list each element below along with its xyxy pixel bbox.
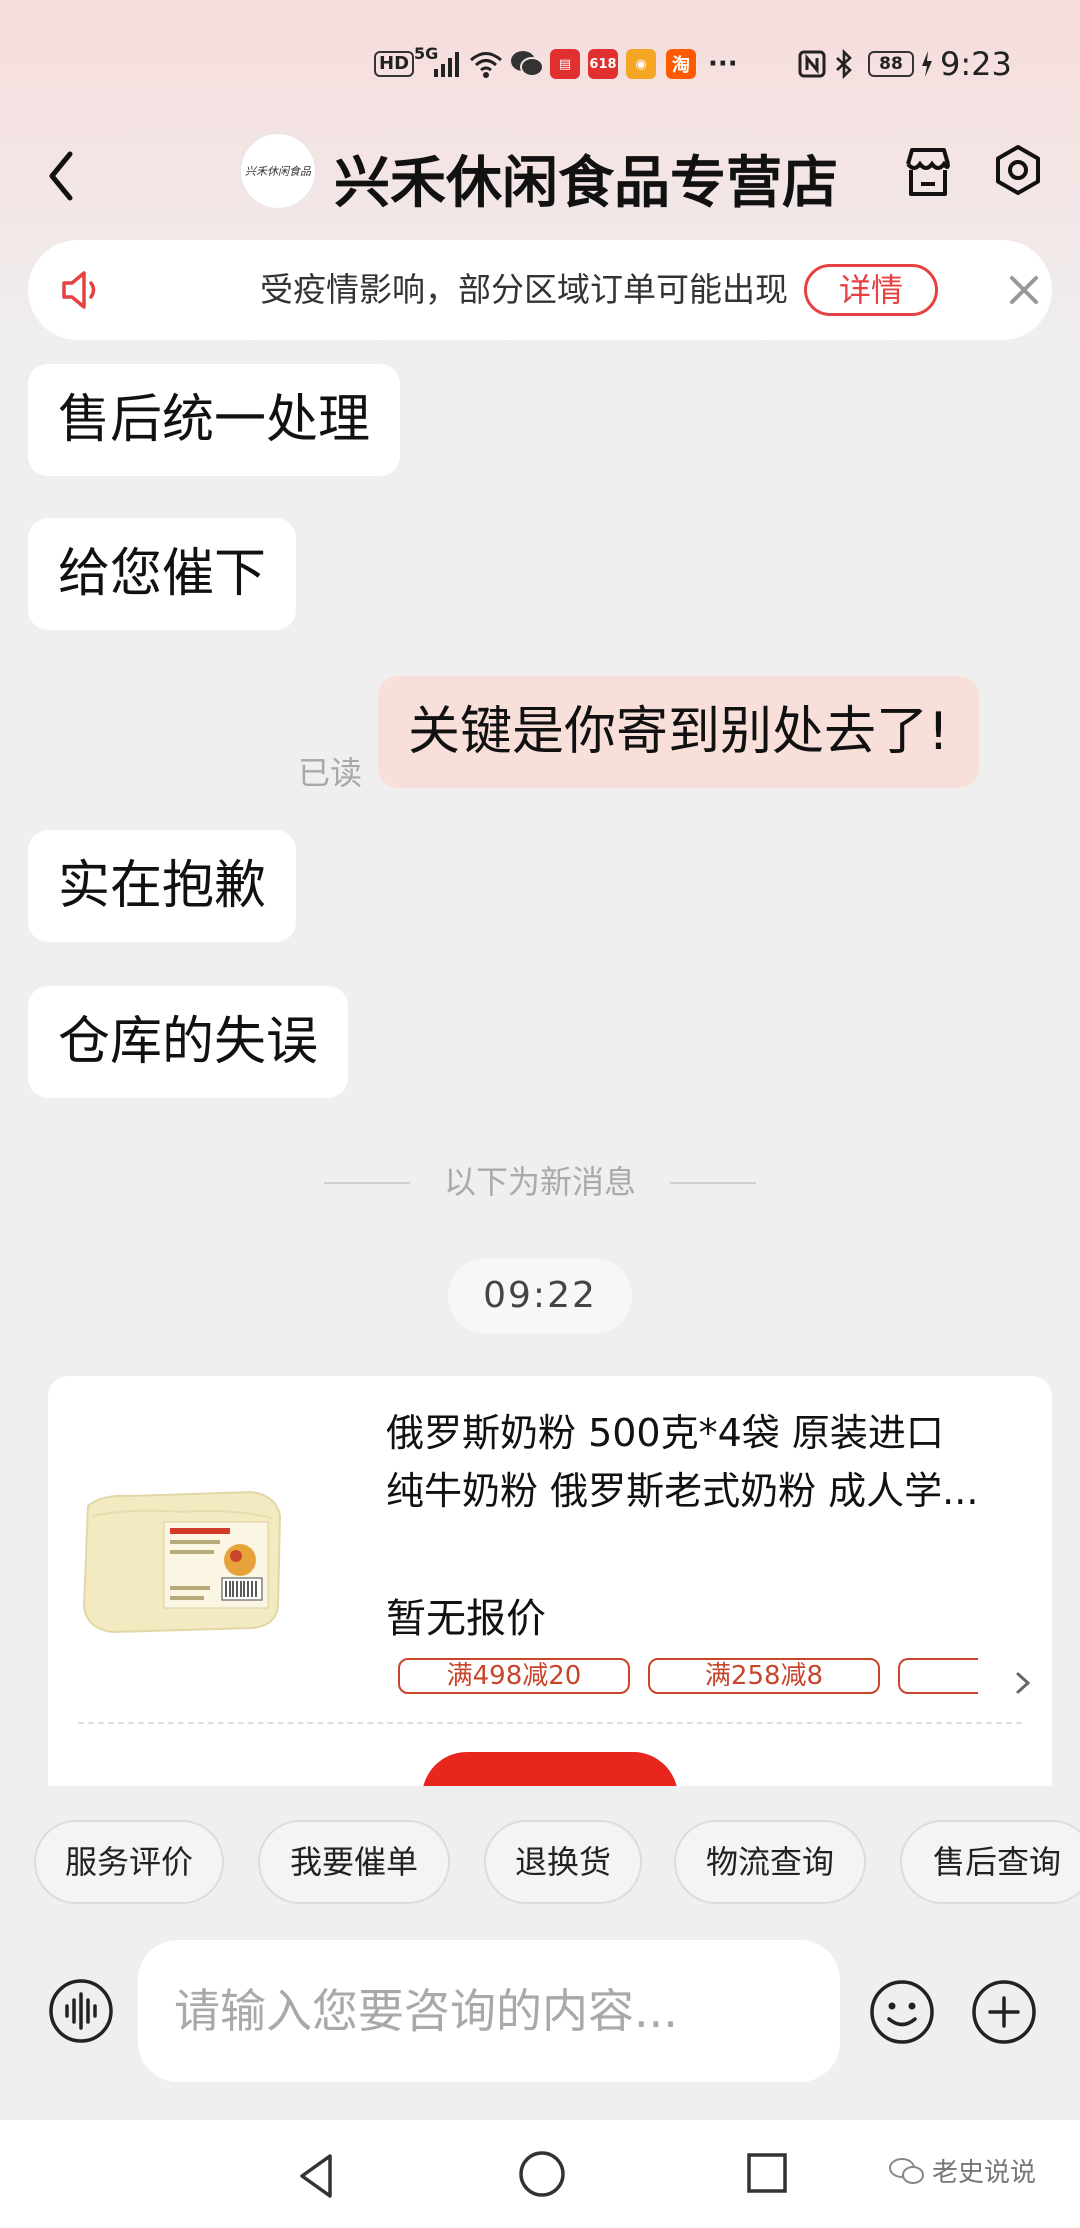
nav-recent-icon[interactable] (744, 2150, 790, 2196)
message-bubble[interactable]: 给您催下 (28, 518, 297, 630)
taobao-icon: 淘 (666, 49, 696, 79)
timestamp: 09:22 (448, 1258, 632, 1334)
signal-icon (432, 40, 462, 88)
watermark: 老史说说 (888, 2152, 1036, 2189)
battery-icon: 88 (868, 51, 914, 77)
back-button[interactable] (40, 146, 90, 206)
message-bubble[interactable]: 仓库的失误 (28, 986, 349, 1098)
close-icon[interactable] (1002, 268, 1046, 312)
emoji-icon[interactable] (868, 1978, 936, 2046)
nav-back-icon[interactable] (292, 2148, 342, 2204)
product-action-button[interactable] (422, 1752, 678, 1786)
divider (78, 1722, 1022, 1724)
message-bubble[interactable]: 售后统一处理 (28, 364, 401, 476)
charging-icon (920, 40, 934, 88)
coupon-badge[interactable]: 满258减8 (648, 1658, 880, 1694)
wifi-icon (468, 40, 504, 88)
quick-action-after-sales[interactable]: 售后查询 (900, 1820, 1080, 1904)
wechat-icon (510, 40, 544, 88)
new-messages-divider: 以下为新消息 (0, 1162, 1080, 1202)
product-title[interactable]: 俄罗斯奶粉 500克*4袋 原装进口 纯牛奶粉 俄罗斯老式奶粉 成人学... (386, 1404, 1016, 1520)
quick-action-service-rating[interactable]: 服务评价 (34, 1820, 224, 1904)
watermark-text: 老史说说 (932, 2158, 1037, 2188)
system-nav-bar: 老史说说 (0, 2120, 1080, 2228)
message-bubble-mine[interactable]: 关键是你寄到别处去了! (378, 676, 979, 788)
weibo-icon: ◉ (626, 49, 656, 79)
app-icon: ▤ (550, 49, 580, 79)
settings-icon[interactable] (990, 142, 1046, 202)
chat-header: 兴禾休闲食品 兴禾休闲食品专营店 (0, 128, 1080, 218)
message-bubble[interactable]: 实在抱歉 (28, 830, 297, 942)
app-618-icon: 618 (588, 49, 618, 79)
notice-banner: 受疫情影响，部分区域订单可能出现 详情 (28, 240, 1052, 340)
store-icon[interactable] (898, 142, 958, 202)
quick-action-bar: 服务评价 我要催单 退换货 物流查询 售后查询 (0, 1820, 1080, 1904)
shop-avatar[interactable]: 兴禾休闲食品 (240, 133, 316, 209)
coupon-badge[interactable]: 满498减20 (398, 1658, 630, 1694)
product-image[interactable] (72, 1456, 292, 1656)
nav-home-icon[interactable] (516, 2148, 568, 2200)
clock: 9:23 (940, 45, 1012, 83)
quick-action-logistics[interactable]: 物流查询 (674, 1820, 866, 1904)
status-bar: HD 5G ▤ 618 ◉ 淘 ··· 88 9:23 (0, 40, 1080, 88)
voice-icon[interactable] (48, 1978, 114, 2044)
notice-detail-button[interactable]: 详情 (804, 264, 938, 316)
quick-action-return[interactable]: 退换货 (484, 1820, 642, 1904)
chevron-right-icon[interactable] (1008, 1666, 1038, 1700)
product-price: 暂无报价 (386, 1596, 546, 1642)
wechat-official-icon (889, 2157, 924, 2184)
hd-icon: HD (374, 40, 415, 88)
coupon-badge-partial[interactable] (898, 1658, 978, 1694)
page-title: 兴禾休闲食品专营店 (334, 151, 838, 216)
product-card[interactable]: 俄罗斯奶粉 500克*4袋 原装进口 纯牛奶粉 俄罗斯老式奶粉 成人学... 暂… (48, 1376, 1052, 1786)
bluetooth-icon (834, 40, 854, 88)
coupon-list: 满498减20 满258减8 (398, 1658, 998, 1702)
read-status: 已读 (298, 754, 363, 792)
message-input[interactable]: 请输入您要咨询的内容... (138, 1940, 840, 2082)
product-title-line: 纯牛奶粉 俄罗斯老式奶粉 成人学... (386, 1469, 979, 1513)
notice-text: 受疫情影响，部分区域订单可能出现 (260, 270, 788, 309)
more-notifications: ··· (708, 49, 738, 79)
nfc-icon (798, 40, 826, 88)
speaker-icon (58, 268, 108, 312)
product-title-line: 俄罗斯奶粉 500克*4袋 原装进口 (386, 1411, 944, 1455)
plus-icon[interactable] (970, 1978, 1038, 2046)
quick-action-urge-order[interactable]: 我要催单 (258, 1820, 450, 1904)
